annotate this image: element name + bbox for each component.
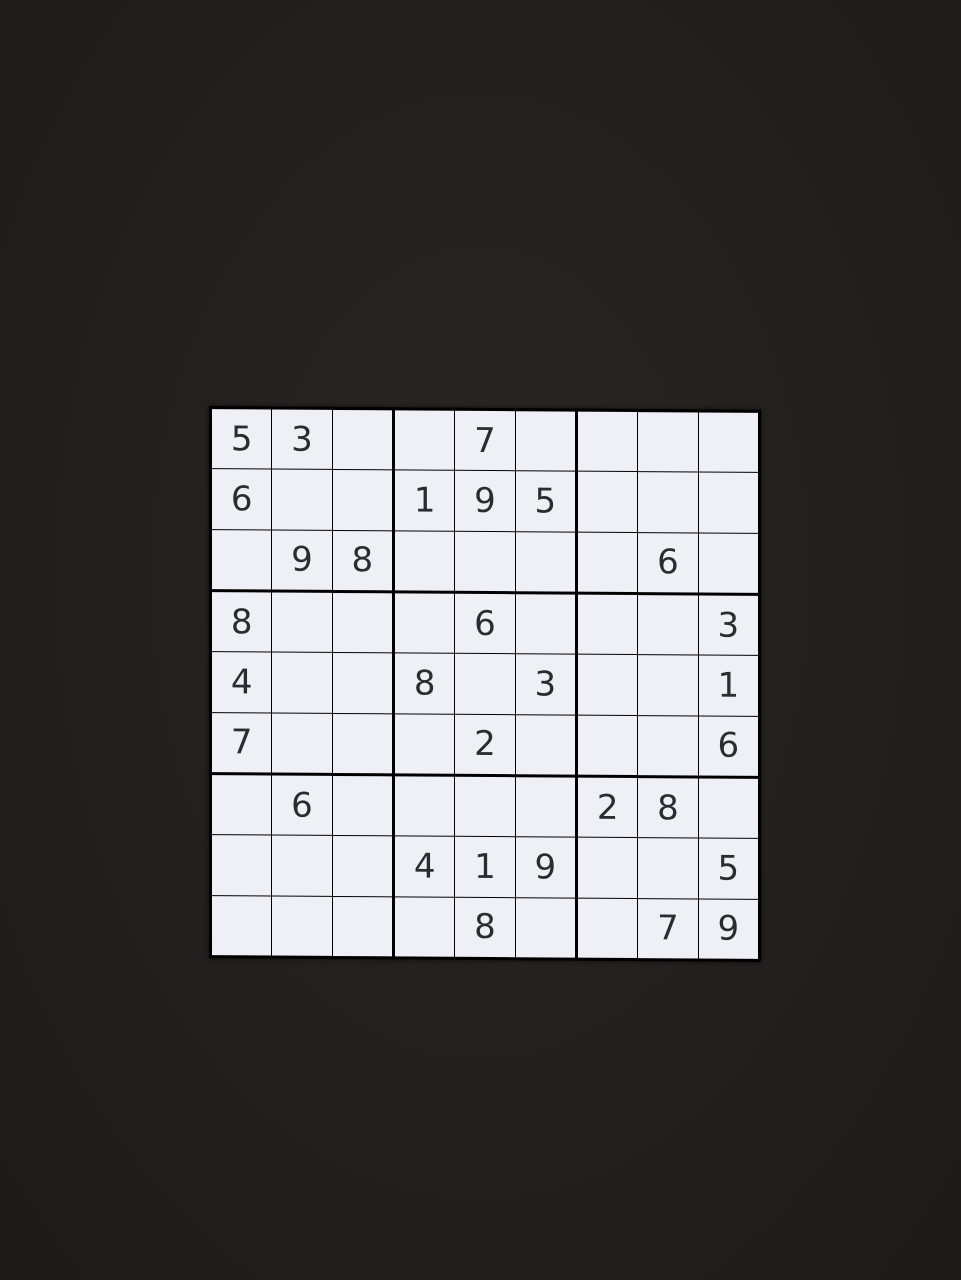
sudoku-cell-r2c2[interactable] xyxy=(272,469,332,530)
sudoku-cell-r6c8[interactable] xyxy=(638,715,698,776)
sudoku-cell-r8c7[interactable] xyxy=(578,837,638,898)
sudoku-cell-r2c7[interactable] xyxy=(578,471,638,532)
sudoku-cell-r5c3[interactable] xyxy=(332,653,392,714)
sudoku-cell-r9c9[interactable]: 9 xyxy=(698,899,758,959)
sudoku-cell-r7c7[interactable]: 2 xyxy=(578,777,638,838)
sudoku-cell-r4c6[interactable] xyxy=(515,594,575,654)
sudoku-cell-r3c6[interactable] xyxy=(515,531,575,592)
sudoku-cell-r9c4[interactable] xyxy=(395,897,455,957)
sudoku-cell-r1c1[interactable]: 5 xyxy=(212,409,272,469)
sudoku-cell-r6c9[interactable]: 6 xyxy=(698,716,758,776)
sudoku-cell-r7c5[interactable] xyxy=(455,776,515,837)
sudoku-cell-r6c7[interactable] xyxy=(578,715,638,776)
sudoku-box-7: 6 xyxy=(212,775,392,957)
sudoku-cell-r4c5[interactable]: 6 xyxy=(455,593,515,654)
sudoku-cell-r9c5[interactable]: 8 xyxy=(455,897,515,958)
sudoku-cell-r2c3[interactable] xyxy=(332,470,392,531)
sudoku-cell-r1c8[interactable] xyxy=(638,412,698,472)
sudoku-cell-r8c8[interactable] xyxy=(638,838,698,899)
sudoku-cell-r8c9[interactable]: 5 xyxy=(698,838,758,899)
sudoku-cell-r6c4[interactable] xyxy=(395,714,455,774)
sudoku-cell-r7c3[interactable] xyxy=(332,775,392,836)
sudoku-cell-r4c1[interactable]: 8 xyxy=(212,592,272,652)
sudoku-cell-r7c9[interactable] xyxy=(698,778,758,839)
sudoku-cell-r5c4[interactable]: 8 xyxy=(395,653,455,714)
sudoku-cell-r9c7[interactable] xyxy=(578,898,638,959)
sudoku-cell-r3c8[interactable]: 6 xyxy=(638,532,698,593)
sudoku-cell-r3c3[interactable]: 8 xyxy=(332,530,392,591)
sudoku-box-4: 847 xyxy=(212,592,392,774)
sudoku-cell-r8c4[interactable]: 4 xyxy=(395,836,455,897)
sudoku-cell-r4c8[interactable] xyxy=(638,595,698,655)
sudoku-cell-r5c7[interactable] xyxy=(578,654,638,715)
sudoku-cell-r5c5[interactable] xyxy=(455,654,515,714)
sudoku-cell-r8c1[interactable] xyxy=(212,835,272,896)
sudoku-box-5: 6832 xyxy=(395,593,575,775)
sudoku-cell-r1c5[interactable]: 7 xyxy=(455,410,515,471)
sudoku-cell-r1c6[interactable] xyxy=(515,411,575,471)
sudoku-cell-r8c2[interactable] xyxy=(272,835,332,896)
sudoku-cell-r1c4[interactable] xyxy=(395,410,455,471)
sudoku-cell-r9c8[interactable]: 7 xyxy=(638,898,698,959)
sudoku-cell-r5c6[interactable]: 3 xyxy=(515,654,575,715)
sudoku-cell-r6c5[interactable]: 2 xyxy=(455,714,515,775)
sudoku-cell-r3c9[interactable] xyxy=(698,533,758,593)
sudoku-cell-r4c9[interactable]: 3 xyxy=(698,595,758,656)
sudoku-cell-r8c5[interactable]: 1 xyxy=(455,837,515,897)
sudoku-box-8: 4198 xyxy=(395,776,575,958)
sudoku-cell-r7c8[interactable]: 8 xyxy=(638,778,698,838)
sudoku-cell-r3c1[interactable] xyxy=(212,529,272,590)
sudoku-cell-r1c9[interactable] xyxy=(698,412,758,473)
sudoku-cell-r5c2[interactable] xyxy=(272,652,332,713)
sudoku-cell-r2c1[interactable]: 6 xyxy=(212,469,272,530)
sudoku-cell-r2c6[interactable]: 5 xyxy=(515,471,575,532)
sudoku-cell-r1c3[interactable] xyxy=(332,409,392,470)
sudoku-box-6: 316 xyxy=(578,594,758,776)
sudoku-cell-r9c6[interactable] xyxy=(515,897,575,958)
sudoku-cell-r6c6[interactable] xyxy=(515,714,575,775)
sudoku-cell-r5c1[interactable]: 4 xyxy=(212,652,272,713)
sudoku-cell-r7c6[interactable] xyxy=(515,777,575,837)
sudoku-cell-r7c1[interactable] xyxy=(212,775,272,835)
sudoku-cell-r1c2[interactable]: 3 xyxy=(272,409,332,470)
sudoku-cell-r3c5[interactable] xyxy=(455,531,515,592)
sudoku-board: 536987195684768323166419828579 xyxy=(209,406,761,962)
sudoku-cell-r9c2[interactable] xyxy=(272,896,332,956)
sudoku-cell-r7c2[interactable]: 6 xyxy=(272,775,332,836)
sudoku-cell-r2c4[interactable]: 1 xyxy=(395,470,455,531)
sudoku-cell-r8c3[interactable] xyxy=(332,836,392,897)
sudoku-cell-r6c3[interactable] xyxy=(332,713,392,774)
sudoku-cell-r7c4[interactable] xyxy=(395,776,455,837)
sudoku-cell-r9c3[interactable] xyxy=(332,896,392,957)
sudoku-cell-r6c2[interactable] xyxy=(272,713,332,773)
sudoku-cell-r4c7[interactable] xyxy=(578,594,638,655)
sudoku-cell-r6c1[interactable]: 7 xyxy=(212,712,272,773)
sudoku-box-2: 7195 xyxy=(395,410,575,592)
sudoku-cell-r4c2[interactable] xyxy=(272,592,332,653)
sudoku-cell-r5c9[interactable]: 1 xyxy=(698,655,758,716)
sudoku-cell-r2c9[interactable] xyxy=(698,472,758,533)
sudoku-cell-r4c4[interactable] xyxy=(395,593,455,654)
sudoku-box-1: 53698 xyxy=(212,409,392,591)
sudoku-cell-r3c4[interactable] xyxy=(395,531,455,591)
sudoku-cell-r2c5[interactable]: 9 xyxy=(455,471,515,531)
sudoku-cell-r5c8[interactable] xyxy=(638,655,698,716)
sudoku-box-9: 28579 xyxy=(578,777,758,959)
sudoku-cell-r3c2[interactable]: 9 xyxy=(272,530,332,590)
sudoku-box-3: 6 xyxy=(578,411,758,593)
sudoku-cell-r8c6[interactable]: 9 xyxy=(515,837,575,898)
sudoku-cell-r2c8[interactable] xyxy=(638,472,698,533)
sudoku-cell-r1c7[interactable] xyxy=(578,411,638,472)
sudoku-cell-r3c7[interactable] xyxy=(578,532,638,593)
sudoku-cell-r4c3[interactable] xyxy=(332,592,392,653)
sudoku-cell-r9c1[interactable] xyxy=(212,895,272,956)
